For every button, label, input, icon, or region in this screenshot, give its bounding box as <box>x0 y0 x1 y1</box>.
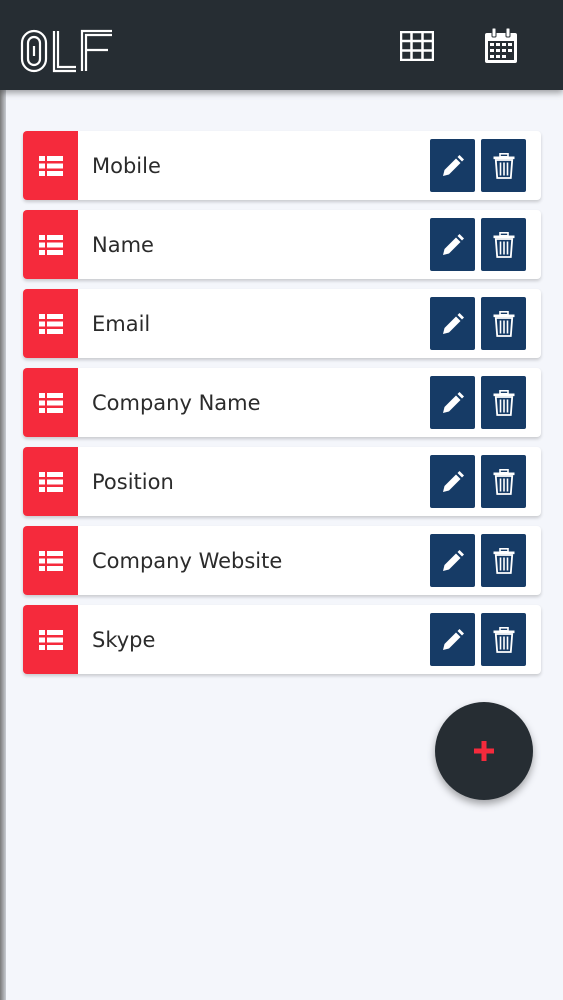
trash-icon <box>493 626 514 653</box>
pencil-icon <box>442 312 464 334</box>
left-edge-shadow <box>0 0 6 1000</box>
drag-handle[interactable] <box>23 605 78 674</box>
drag-handle[interactable] <box>23 289 78 358</box>
edit-button[interactable] <box>430 455 475 508</box>
edit-button[interactable] <box>430 139 475 192</box>
list-icon <box>38 629 63 650</box>
delete-button[interactable] <box>481 297 526 350</box>
field-label: Skype <box>92 627 156 652</box>
drag-handle[interactable] <box>23 131 78 200</box>
field-list: Mobile Name Email Company Name Position … <box>23 131 541 684</box>
field-row: Company Website <box>23 526 541 595</box>
list-icon <box>38 313 63 334</box>
edit-button[interactable] <box>430 376 475 429</box>
trash-icon <box>493 152 514 179</box>
add-field-button[interactable] <box>435 702 533 800</box>
edit-button[interactable] <box>430 613 475 666</box>
list-icon <box>38 471 63 492</box>
edit-button[interactable] <box>430 218 475 271</box>
trash-icon <box>493 231 514 258</box>
field-label: Mobile <box>92 153 161 178</box>
list-icon <box>38 155 63 176</box>
trash-icon <box>493 547 514 574</box>
pencil-icon <box>442 233 464 255</box>
trash-icon <box>493 389 514 416</box>
list-icon <box>38 234 63 255</box>
pencil-icon <box>442 549 464 571</box>
field-label: Email <box>92 311 151 336</box>
edit-button[interactable] <box>430 297 475 350</box>
trash-icon <box>493 310 514 337</box>
drag-handle[interactable] <box>23 368 78 437</box>
calendar-button[interactable] <box>483 28 519 64</box>
field-row: Email <box>23 289 541 358</box>
grid-icon <box>400 31 434 61</box>
field-label: Company Website <box>92 548 283 573</box>
delete-button[interactable] <box>481 376 526 429</box>
drag-handle[interactable] <box>23 526 78 595</box>
plus-icon <box>474 741 494 761</box>
delete-button[interactable] <box>481 139 526 192</box>
field-row: Mobile <box>23 131 541 200</box>
trash-icon <box>493 468 514 495</box>
drag-handle[interactable] <box>23 447 78 516</box>
edit-button[interactable] <box>430 534 475 587</box>
app-bar <box>0 0 563 90</box>
field-row: Name <box>23 210 541 279</box>
field-label: Name <box>92 232 154 257</box>
delete-button[interactable] <box>481 613 526 666</box>
app-logo <box>20 28 114 74</box>
delete-button[interactable] <box>481 534 526 587</box>
list-icon <box>38 550 63 571</box>
calendar-icon <box>485 28 517 63</box>
field-row: Company Name <box>23 368 541 437</box>
delete-button[interactable] <box>481 455 526 508</box>
drag-handle[interactable] <box>23 210 78 279</box>
pencil-icon <box>442 470 464 492</box>
pencil-icon <box>442 154 464 176</box>
pencil-icon <box>442 391 464 413</box>
grid-view-button[interactable] <box>399 28 435 64</box>
delete-button[interactable] <box>481 218 526 271</box>
field-label: Position <box>92 469 174 494</box>
list-icon <box>38 392 63 413</box>
pencil-icon <box>442 628 464 650</box>
field-row: Skype <box>23 605 541 674</box>
field-label: Company Name <box>92 390 261 415</box>
field-row: Position <box>23 447 541 516</box>
